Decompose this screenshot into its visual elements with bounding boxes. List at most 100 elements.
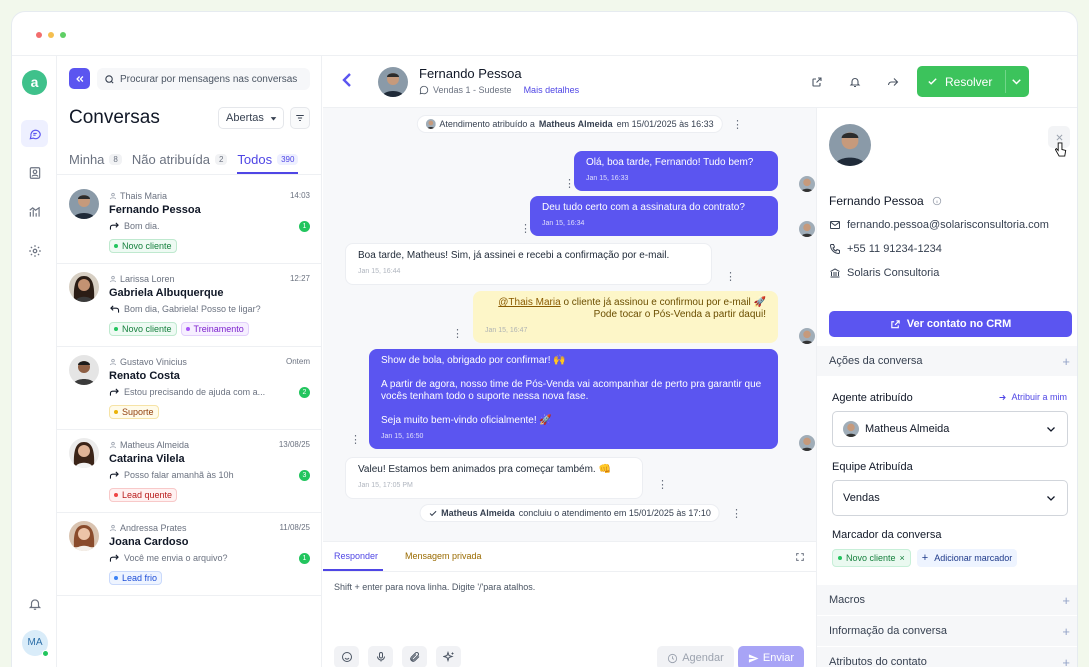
more-vertical-icon[interactable]: ⋮ [564, 179, 575, 190]
close-icon [1056, 134, 1062, 140]
snooze-bell-icon [849, 78, 861, 88]
add-marker-button[interactable]: + Adicionar marcador [916, 549, 1018, 567]
tabs-divider [57, 174, 321, 175]
chat-inbox-info: Vendas 1 - Sudeste Mais detalhes [419, 85, 579, 95]
message-bubble-outgoing: Show de bola, obrigado por confirmar! 🙌 … [369, 349, 778, 449]
tab-nao-atribuida[interactable]: Não atribuída 2 [132, 146, 228, 172]
section-conversation-info[interactable]: Informação da conversa + [817, 616, 1077, 646]
contact-avatar [69, 438, 99, 468]
forward-arrow-icon [109, 388, 119, 396]
agent-avatar [843, 421, 859, 437]
tab-minha[interactable]: Minha 8 [69, 146, 122, 172]
reports-nav-button[interactable] [21, 198, 48, 225]
more-vertical-icon[interactable]: ⋮ [725, 272, 736, 283]
assign-to-me-label: Atribuir a mim [1011, 392, 1067, 402]
app-logo[interactable]: a [22, 70, 47, 95]
tab-label: Não atribuída [131, 151, 210, 167]
tab-private-message[interactable]: Mensagem privada [405, 551, 482, 561]
conversation-item[interactable]: Larissa Loren 12:27 Gabriela Albuquerque… [57, 264, 322, 347]
agent-name: Gustavo Vinicius [120, 357, 187, 367]
chevron-down-icon[interactable] [1012, 78, 1021, 86]
ai-assist-button[interactable] [436, 646, 461, 667]
message-text: A partir de agora, nosso time de Pós-Ven… [381, 379, 762, 402]
remove-marker-icon[interactable]: × [900, 553, 905, 563]
contact-email[interactable]: fernando.pessoa@solarisconsultoria.com [847, 219, 1049, 231]
more-vertical-icon[interactable]: ⋮ [350, 435, 361, 446]
active-tab-indicator [323, 569, 383, 571]
more-details-link[interactable]: Mais detalhes [524, 85, 580, 95]
settings-nav-button[interactable] [21, 237, 48, 264]
conversation-item[interactable]: Andressa Prates 11/08/25 Joana Cardoso V… [57, 513, 322, 596]
sparkles-icon [442, 651, 454, 663]
reply-arrow-icon [110, 305, 120, 313]
collapse-sidebar-button[interactable] [69, 68, 90, 89]
message-text: Olá, boa tarde, Fernando! Tudo bem? [586, 157, 754, 168]
send-button[interactable]: Enviar [738, 646, 804, 667]
more-vertical-icon[interactable]: ⋮ [520, 224, 531, 235]
conversation-item[interactable]: Gustavo Vinicius Ontem Renato Costa Esto… [57, 347, 322, 430]
tab-reply[interactable]: Responder [334, 551, 378, 561]
schedule-button[interactable]: Agendar [657, 646, 734, 667]
note-line-1: @Thais Maria o cliente já assinou e conf… [485, 297, 766, 309]
snooze-button[interactable] [849, 76, 861, 88]
close-dot[interactable] [36, 32, 42, 38]
section-conversation-actions[interactable]: Ações da conversa + [817, 346, 1077, 376]
view-in-crm-button[interactable]: Ver contato no CRM [829, 311, 1072, 337]
section-contact-attributes[interactable]: Atributos do contato + [817, 647, 1077, 667]
message-text: Boa tarde, Matheus! Sim, já assinei e re… [358, 250, 670, 261]
send-icon [748, 653, 759, 663]
assigned-agent-select[interactable]: Matheus Almeida [832, 411, 1068, 447]
unread-badge: 1 [299, 553, 310, 564]
more-vertical-icon[interactable]: ⋮ [452, 329, 463, 340]
marker-tag: Novo cliente × [832, 549, 911, 567]
chevron-down-icon [1047, 427, 1055, 432]
forward-arrow-icon [109, 554, 119, 562]
contact-phone[interactable]: +55 11 91234-1234 [847, 243, 942, 255]
info-icon[interactable] [932, 196, 942, 206]
more-vertical-icon[interactable]: ⋮ [657, 480, 668, 491]
audio-button[interactable] [368, 646, 393, 667]
conversation-item[interactable]: Matheus Almeida 13/08/25 Catarina Vilela… [57, 430, 322, 513]
marker-tag-label: Novo cliente [846, 553, 896, 563]
agent-avatar [425, 119, 436, 129]
agent-avatar [799, 435, 815, 451]
emoji-button[interactable] [334, 646, 359, 667]
message-input[interactable] [334, 582, 804, 622]
attach-button[interactable] [402, 646, 427, 667]
conversation-time: 12:27 [289, 274, 310, 283]
preview-text: Bom dia. [124, 221, 160, 231]
contact-phone-row: +55 11 91234-1234 [829, 243, 942, 255]
search-input[interactable] [120, 73, 305, 85]
forward-button[interactable] [887, 76, 899, 88]
more-vertical-icon[interactable]: ⋮ [732, 120, 743, 131]
label-tag: Treinamento [180, 322, 249, 336]
status-filter-select[interactable]: Abertas [218, 107, 284, 129]
team-select[interactable]: Vendas [832, 480, 1068, 516]
open-external-button[interactable] [811, 76, 823, 88]
agent-avatar [799, 221, 815, 237]
conversation-item[interactable]: Thais Maria 14:03 Fernando Pessoa Bom di… [57, 181, 322, 264]
assigned-agent: Matheus Almeida [109, 440, 189, 450]
notifications-nav-button[interactable] [21, 590, 48, 617]
chevron-down-icon [1047, 496, 1055, 501]
more-vertical-icon[interactable]: ⋮ [731, 509, 742, 520]
system-message: Matheus Almeida concluiu o atendimento e… [419, 504, 720, 522]
add-marker-label: Adicionar marcador [934, 553, 1013, 563]
sort-filter-button[interactable] [290, 107, 310, 129]
tab-label: Todos [237, 151, 273, 167]
plus-icon: + [1062, 354, 1070, 369]
resolve-button[interactable]: Resolver [917, 66, 1029, 97]
marker-dot [838, 556, 842, 560]
minimize-dot[interactable] [48, 32, 54, 38]
contacts-nav-button[interactable] [21, 159, 48, 186]
section-macros[interactable]: Macros + [817, 585, 1077, 615]
conversations-nav-button[interactable] [21, 120, 48, 147]
expand-composer-button[interactable] [795, 552, 805, 562]
resolve-label: Resolver [945, 74, 993, 89]
assign-to-me-link[interactable]: Atribuir a mim [998, 392, 1067, 402]
maximize-dot[interactable] [60, 32, 66, 38]
tab-todos[interactable]: Todos 390 [237, 146, 299, 174]
message-preview: Bom dia. [109, 221, 160, 231]
back-button[interactable] [341, 72, 353, 88]
mention-link[interactable]: @Thais Maria [498, 297, 560, 308]
